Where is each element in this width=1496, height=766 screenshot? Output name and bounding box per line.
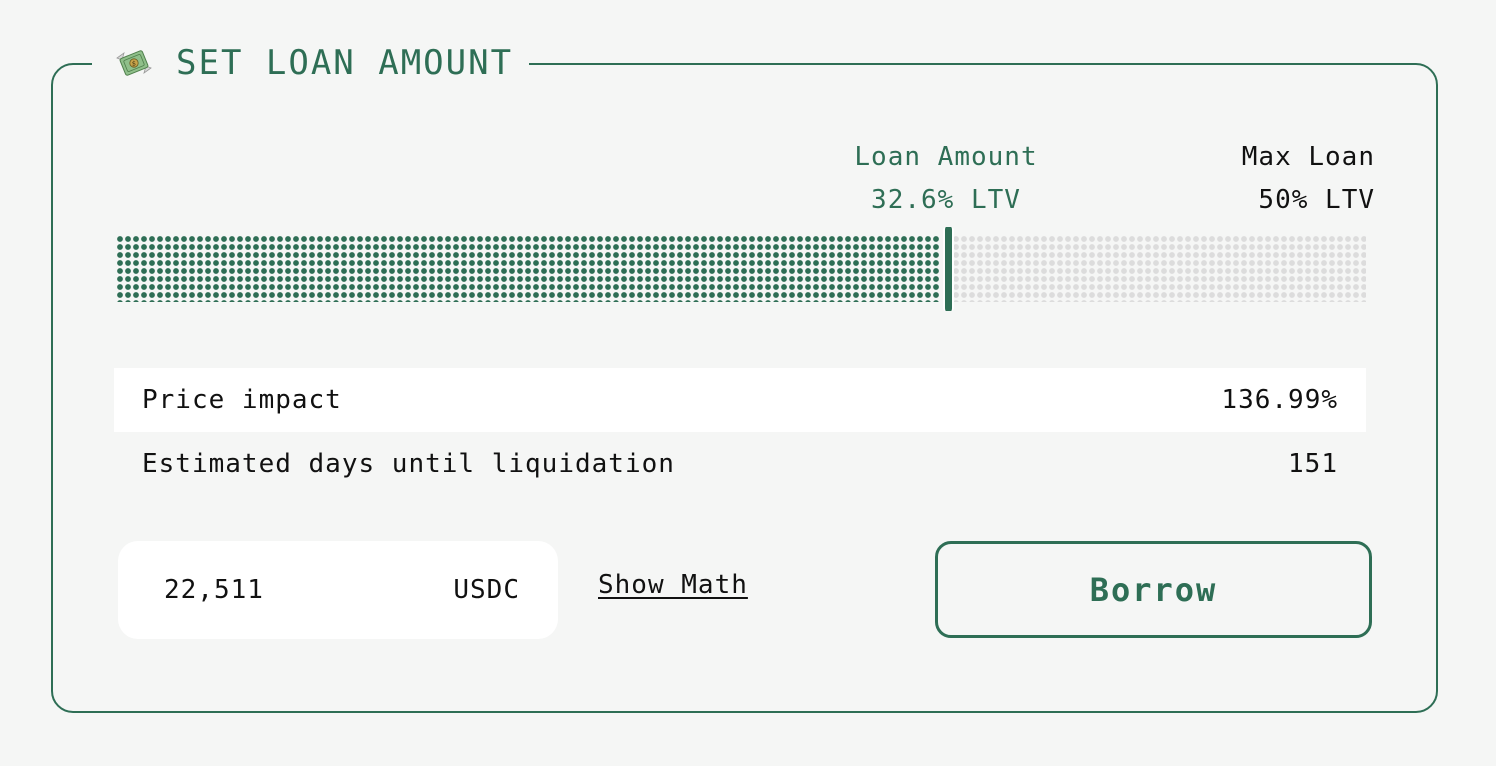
section-title: SET LOAN AMOUNT: [176, 43, 514, 83]
flying-money-icon: $: [116, 50, 152, 76]
loan-stats: Price impact 136.99% Estimated days unti…: [114, 368, 1366, 496]
section-header: $ SET LOAN AMOUNT: [92, 34, 530, 92]
svg-text:$: $: [132, 60, 136, 68]
loan-amount-ltv: 32.6% LTV: [871, 185, 1021, 215]
max-loan-marker: Max Loan 50% LTV: [1175, 136, 1375, 222]
max-loan-label: Max Loan: [1241, 142, 1375, 172]
ltv-slider-handle[interactable]: [943, 227, 954, 311]
ltv-slider-fill: [116, 235, 940, 302]
stat-value: 136.99%: [1221, 385, 1338, 415]
loan-amount-field: USDC: [118, 541, 558, 639]
stat-row-price-impact: Price impact 136.99%: [114, 368, 1366, 432]
loan-amount-input[interactable]: [164, 575, 364, 605]
stat-row-days-until-liquidation: Estimated days until liquidation 151: [114, 432, 1366, 496]
stat-value: 151: [1288, 449, 1338, 479]
currency-label: USDC: [453, 575, 520, 605]
max-loan-ltv: 50% LTV: [1258, 185, 1375, 215]
ltv-slider[interactable]: [116, 227, 1366, 311]
borrow-button[interactable]: Borrow: [935, 541, 1372, 638]
loan-amount-marker: Loan Amount 32.6% LTV: [826, 136, 1066, 222]
show-math-link[interactable]: Show Math: [598, 570, 748, 600]
stat-label: Estimated days until liquidation: [142, 449, 675, 479]
ltv-slider-track: [952, 235, 1366, 302]
loan-amount-label: Loan Amount: [854, 142, 1038, 172]
stat-label: Price impact: [142, 385, 342, 415]
